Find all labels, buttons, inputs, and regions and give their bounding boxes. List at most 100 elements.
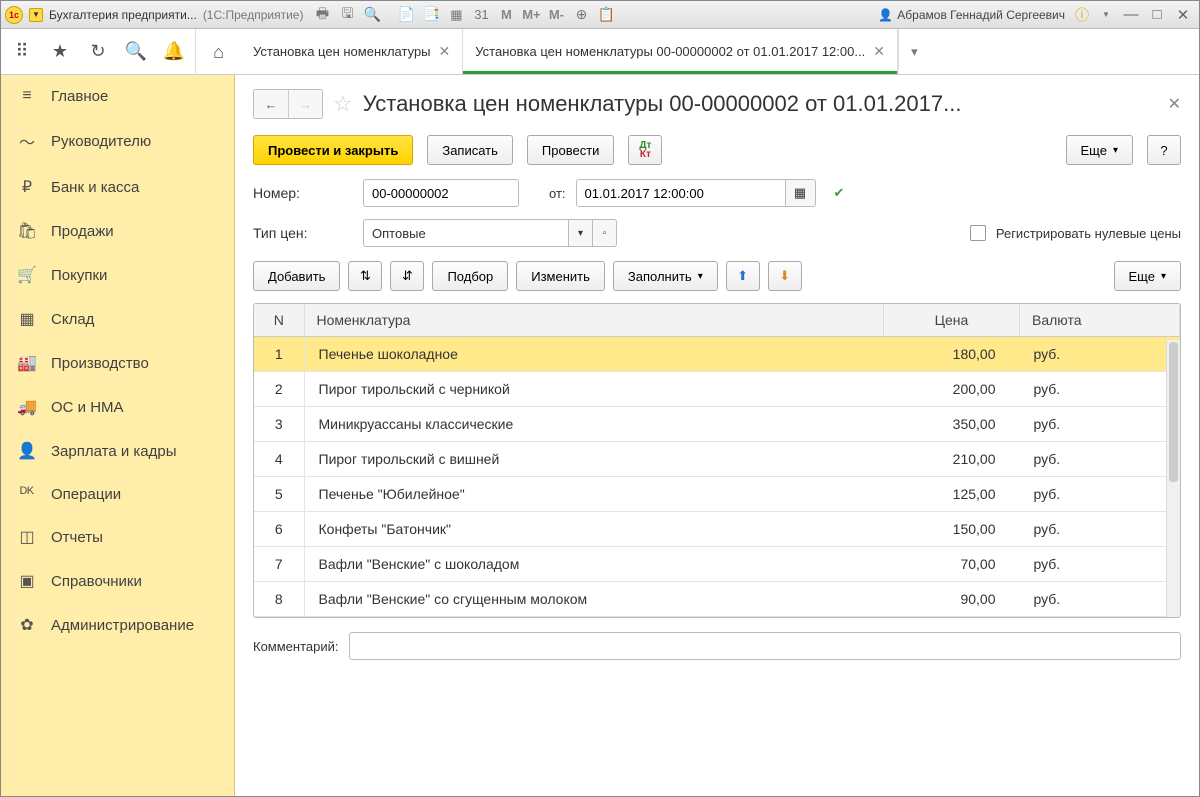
save-icon[interactable]: 🖫 [336, 5, 358, 25]
favorites-icon[interactable]: ★ [41, 29, 79, 75]
table-scrollbar[interactable] [1166, 340, 1180, 617]
pick-button[interactable]: Подбор [432, 261, 508, 291]
move-down-button[interactable]: ⬇ [768, 261, 802, 291]
post-button[interactable]: Провести [527, 135, 615, 165]
sidebar-item-payroll[interactable]: 👤Зарплата и кадры [1, 429, 234, 473]
sidebar-item-operations[interactable]: ᴰᴷОперации [1, 473, 234, 515]
nav-back-button[interactable]: ← [254, 90, 288, 118]
tab-close-icon[interactable]: ✕ [873, 43, 885, 60]
search-icon[interactable]: 🔍 [117, 29, 155, 75]
sidebar-item-production[interactable]: 🏭Производство [1, 341, 234, 385]
cell-n: 5 [254, 477, 304, 512]
dtkt-button[interactable]: ДтКт [628, 135, 662, 165]
date-input[interactable] [576, 179, 786, 207]
col-name[interactable]: Номенклатура [304, 304, 884, 337]
current-user[interactable]: 👤 Абрамов Геннадий Сергеевич [878, 8, 1065, 22]
document-close-icon[interactable]: ✕ [1168, 94, 1181, 114]
change-button[interactable]: Изменить [516, 261, 605, 291]
nav-forward-button[interactable]: → [288, 90, 322, 118]
arrow-down-icon: ⬇ [779, 268, 790, 284]
col-price[interactable]: Цена [884, 304, 1020, 337]
fill-button[interactable]: Заполнить ▾ [613, 261, 718, 291]
tabs-more-icon[interactable]: ▾ [898, 29, 930, 74]
post-and-close-button[interactable]: Провести и закрыть [253, 135, 413, 165]
tab-close-icon[interactable]: ✕ [439, 43, 451, 60]
sidebar-item-admin[interactable]: ✿Администрирование [1, 603, 234, 647]
sidebar-item-reports[interactable]: ◫Отчеты [1, 515, 234, 559]
app-logo-icon: 1c [5, 6, 23, 24]
table-row[interactable]: 5 Печенье "Юбилейное" 125,00 руб. [254, 477, 1180, 512]
cell-n: 7 [254, 547, 304, 582]
memory-mminus-icon[interactable]: M- [545, 5, 567, 25]
memory-m-icon[interactable]: M [495, 5, 517, 25]
sort-asc-button[interactable]: ⇅ [348, 261, 382, 291]
sidebar-item-catalogs[interactable]: ▣Справочники [1, 559, 234, 603]
minimize-button[interactable]: — [1119, 5, 1143, 25]
sidebar-item-label: Производство [51, 355, 149, 372]
notifications-icon[interactable]: 🔔 [155, 29, 193, 75]
calendar-icon[interactable]: ▦ [445, 5, 467, 25]
table-row[interactable]: 1 Печенье шоколадное 180,00 руб. [254, 337, 1180, 372]
sort-desc-button[interactable]: ⇵ [390, 261, 424, 291]
calendar31-icon[interactable]: 31 [470, 5, 492, 25]
cell-n: 2 [254, 372, 304, 407]
info-drop-icon[interactable]: ▼ [1095, 5, 1117, 25]
memory-mplus-icon[interactable]: M+ [520, 5, 542, 25]
table-row[interactable]: 6 Конфеты "Батончик" 150,00 руб. [254, 512, 1180, 547]
write-button[interactable]: Записать [427, 135, 513, 165]
titlebar: 1c ▼ Бухгалтерия предприяти... (1С:Предп… [1, 1, 1199, 29]
chevron-down-icon: ▾ [698, 271, 703, 282]
home-button[interactable]: ⌂ [195, 29, 241, 75]
pricetype-select[interactable]: Оптовые [363, 219, 569, 247]
history-icon[interactable]: ↻ [79, 29, 117, 75]
cell-name: Печенье "Юбилейное" [304, 477, 884, 512]
sidebar-item-purchases[interactable]: 🛒Покупки [1, 253, 234, 297]
sidebar-item-label: Банк и касса [51, 179, 139, 196]
table-row[interactable]: 3 Миникруассаны классические 350,00 руб. [254, 407, 1180, 442]
close-button[interactable]: ✕ [1171, 5, 1195, 25]
cell-name: Конфеты "Батончик" [304, 512, 884, 547]
sidebar-item-assets[interactable]: 🚚ОС и НМА [1, 385, 234, 429]
tab-price-list[interactable]: Установка цен номенклатуры ✕ [241, 29, 463, 74]
print-icon[interactable]: 🖶 [311, 5, 333, 25]
table-more-button[interactable]: Еще ▾ [1114, 261, 1181, 291]
number-input[interactable] [363, 179, 519, 207]
more-button[interactable]: Еще ▾ [1066, 135, 1133, 165]
table-row[interactable]: 2 Пирог тирольский с черникой 200,00 руб… [254, 372, 1180, 407]
cell-currency: руб. [1020, 372, 1180, 407]
zoom-icon[interactable]: ⊕ [570, 5, 592, 25]
comment-input[interactable] [349, 632, 1182, 660]
document-title: Установка цен номенклатуры 00-00000002 о… [363, 91, 1158, 117]
select-open-icon[interactable]: ▫ [593, 219, 617, 247]
info-icon[interactable]: ⓘ [1071, 5, 1093, 25]
col-n[interactable]: N [254, 304, 304, 337]
books-icon: ▣ [17, 571, 37, 591]
sidebar-item-sales[interactable]: 🛍Продажи [1, 209, 234, 253]
scroll-thumb[interactable] [1169, 342, 1178, 482]
sidebar-item-bank[interactable]: ₽Банк и касса [1, 165, 234, 209]
doc-print-icon[interactable]: 📄 [395, 5, 417, 25]
tab-price-doc[interactable]: Установка цен номенклатуры 00-00000002 о… [463, 29, 898, 74]
help-button[interactable]: ? [1147, 135, 1181, 165]
sidebar-item-manager[interactable]: 〜Руководителю [1, 117, 234, 165]
table-row[interactable]: 4 Пирог тирольский с вишней 210,00 руб. [254, 442, 1180, 477]
favorite-star-icon[interactable]: ☆ [333, 91, 353, 117]
clipboard-icon[interactable]: 📋 [595, 5, 617, 25]
doc-copy-icon[interactable]: 📑 [420, 5, 442, 25]
sidebar-item-main[interactable]: ≡Главное [1, 75, 234, 117]
add-button[interactable]: Добавить [253, 261, 340, 291]
app-menu-dropdown[interactable]: ▼ [29, 8, 43, 22]
table-row[interactable]: 8 Вафли "Венские" со сгущенным молоком 9… [254, 582, 1180, 617]
sidebar-item-warehouse[interactable]: ▦Склад [1, 297, 234, 341]
move-up-button[interactable]: ⬆ [726, 261, 760, 291]
select-dropdown-icon[interactable]: ▾ [569, 219, 593, 247]
cell-price: 70,00 [884, 547, 1020, 582]
preview-icon[interactable]: 🔍 [361, 5, 383, 25]
calendar-picker-icon[interactable]: ▦ [786, 179, 816, 207]
apps-icon[interactable]: ⠿ [3, 29, 41, 75]
maximize-button[interactable]: □ [1145, 5, 1169, 25]
bars-icon: ◫ [17, 527, 37, 547]
col-currency[interactable]: Валюта [1020, 304, 1180, 337]
register-zero-checkbox[interactable] [970, 225, 986, 241]
table-row[interactable]: 7 Вафли "Венские" с шоколадом 70,00 руб. [254, 547, 1180, 582]
